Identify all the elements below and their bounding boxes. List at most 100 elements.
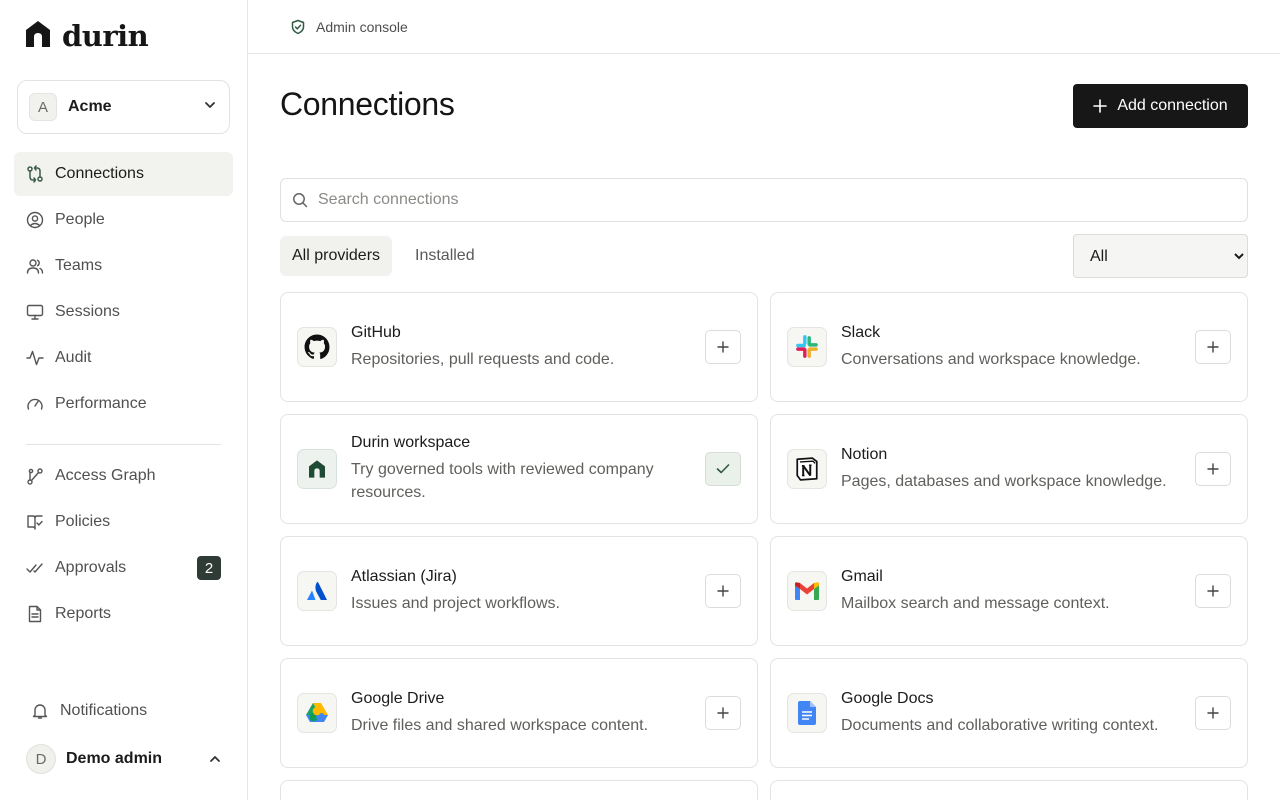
check-icon — [716, 464, 730, 474]
provider-description: Mailbox search and message context. — [841, 594, 1110, 612]
add-atlassian-button[interactable] — [705, 574, 741, 608]
add-connection-button[interactable]: Add connection — [1073, 84, 1248, 128]
provider-name: Google Docs — [841, 689, 934, 707]
nav-label: Access Graph — [55, 467, 156, 484]
provider-name: Gmail — [841, 567, 883, 585]
search-icon — [292, 192, 308, 208]
user-menu[interactable]: D Demo admin — [26, 741, 222, 777]
provider-name: Notion — [841, 445, 888, 463]
nav-item-policies[interactable]: Policies — [14, 500, 233, 544]
nav-divider — [26, 444, 221, 445]
provider-card-github: GitHub Repositories, pull requests and c… — [280, 292, 758, 402]
avatar: D — [26, 744, 56, 774]
plus-icon — [717, 707, 729, 719]
durin-logo-icon — [26, 20, 50, 52]
github-icon — [297, 327, 337, 367]
book-check-icon — [26, 513, 44, 531]
nav-label: Reports — [55, 605, 112, 622]
search-bar — [280, 178, 1248, 222]
tab-installed[interactable]: Installed — [403, 236, 487, 276]
tab-all-providers[interactable]: All providers — [280, 236, 393, 276]
monitor-icon — [26, 303, 44, 321]
search-input[interactable] — [318, 191, 1218, 209]
provider-card-google-docs: Google Docs Documents and collaborative … — [770, 658, 1248, 768]
user-circle-icon — [26, 211, 44, 229]
gmail-icon — [787, 571, 827, 611]
notion-icon — [787, 449, 827, 489]
category-filter-select[interactable]: All — [1073, 234, 1248, 278]
provider-description: Try governed tools with reviewed company… — [351, 461, 654, 501]
provider-card-notion: Notion Pages, databases and workspace kn… — [770, 414, 1248, 524]
notifications-label: Notifications — [60, 702, 148, 719]
brand-name: durin — [62, 19, 149, 53]
installed-durin-workspace-button[interactable] — [705, 452, 741, 486]
graph-icon — [26, 467, 44, 485]
nav-label: Performance — [55, 395, 147, 412]
slack-icon — [787, 327, 827, 367]
chevron-up-icon — [208, 752, 222, 766]
top-bar: Admin console — [248, 0, 1280, 54]
user-name: Demo admin — [66, 750, 163, 767]
nav-label: Connections — [55, 165, 144, 182]
provider-name: Durin workspace — [351, 434, 471, 451]
add-google-docs-button[interactable] — [1195, 696, 1231, 730]
check-check-icon — [26, 559, 44, 577]
durin-icon — [297, 449, 337, 489]
provider-card-atlassian: Atlassian (Jira) Issues and project work… — [280, 536, 758, 646]
shield-check-icon — [290, 19, 306, 35]
provider-description: Pages, databases and workspace knowledge… — [841, 472, 1167, 490]
provider-description: Drive files and shared workspace content… — [351, 716, 649, 734]
provider-description: Issues and project workflows. — [351, 594, 560, 612]
provider-description: Repositories, pull requests and code. — [351, 350, 615, 368]
nav-item-approvals[interactable]: Approvals 2 — [14, 546, 233, 590]
nav-item-teams[interactable]: Teams — [14, 244, 233, 288]
nav-item-reports[interactable]: Reports — [14, 592, 233, 636]
nav-item-audit[interactable]: Audit — [14, 336, 233, 380]
provider-description: Documents and collaborative writing cont… — [841, 716, 1159, 734]
activity-icon — [26, 349, 44, 367]
nav-label: Audit — [55, 349, 92, 366]
provider-name: Google Drive — [351, 689, 445, 707]
provider-card-partial — [280, 780, 758, 800]
nav-item-people[interactable]: People — [14, 198, 233, 242]
plus-icon — [1207, 585, 1219, 597]
provider-card-gmail: Gmail Mailbox search and message context… — [770, 536, 1248, 646]
provider-description: Conversations and workspace knowledge. — [841, 350, 1141, 368]
breadcrumb[interactable]: Admin console — [316, 19, 408, 35]
approvals-count-badge: 2 — [197, 556, 221, 580]
nav-item-sessions[interactable]: Sessions — [14, 290, 233, 334]
nav-label: Teams — [55, 257, 103, 274]
add-notion-button[interactable] — [1195, 452, 1231, 486]
add-github-button[interactable] — [705, 330, 741, 364]
notifications-link[interactable]: Notifications — [31, 693, 231, 729]
google-docs-icon — [787, 693, 827, 733]
provider-name: Slack — [841, 323, 881, 341]
connections-icon — [26, 165, 44, 183]
provider-name: GitHub — [351, 323, 401, 341]
org-name: Acme — [68, 98, 112, 115]
nav-item-connections[interactable]: Connections — [14, 152, 233, 196]
plus-icon — [1207, 341, 1219, 353]
add-gmail-button[interactable] — [1195, 574, 1231, 608]
plus-icon — [1093, 99, 1108, 113]
file-text-icon — [26, 605, 44, 623]
nav-item-performance[interactable]: Performance — [14, 382, 233, 426]
nav-label: People — [55, 211, 105, 228]
plus-icon — [1207, 463, 1219, 475]
provider-card-durin-workspace: Durin workspace Try governed tools with … — [280, 414, 758, 524]
nav-item-access-graph[interactable]: Access Graph — [14, 454, 233, 498]
org-switcher[interactable]: A Acme — [17, 80, 230, 134]
add-google-drive-button[interactable] — [705, 696, 741, 730]
provider-card-slack: Slack Conversations and workspace knowle… — [770, 292, 1248, 402]
gauge-icon — [26, 395, 44, 413]
plus-icon — [717, 341, 729, 353]
add-connection-label: Add connection — [1117, 97, 1228, 114]
users-icon — [26, 257, 44, 275]
google-drive-icon — [297, 693, 337, 733]
provider-name: Atlassian (Jira) — [351, 567, 457, 585]
add-slack-button[interactable] — [1195, 330, 1231, 364]
chevron-down-icon — [203, 98, 217, 117]
nav-label: Policies — [55, 513, 111, 530]
brand-logo[interactable]: durin — [26, 19, 149, 53]
nav-label: Approvals — [55, 559, 127, 576]
